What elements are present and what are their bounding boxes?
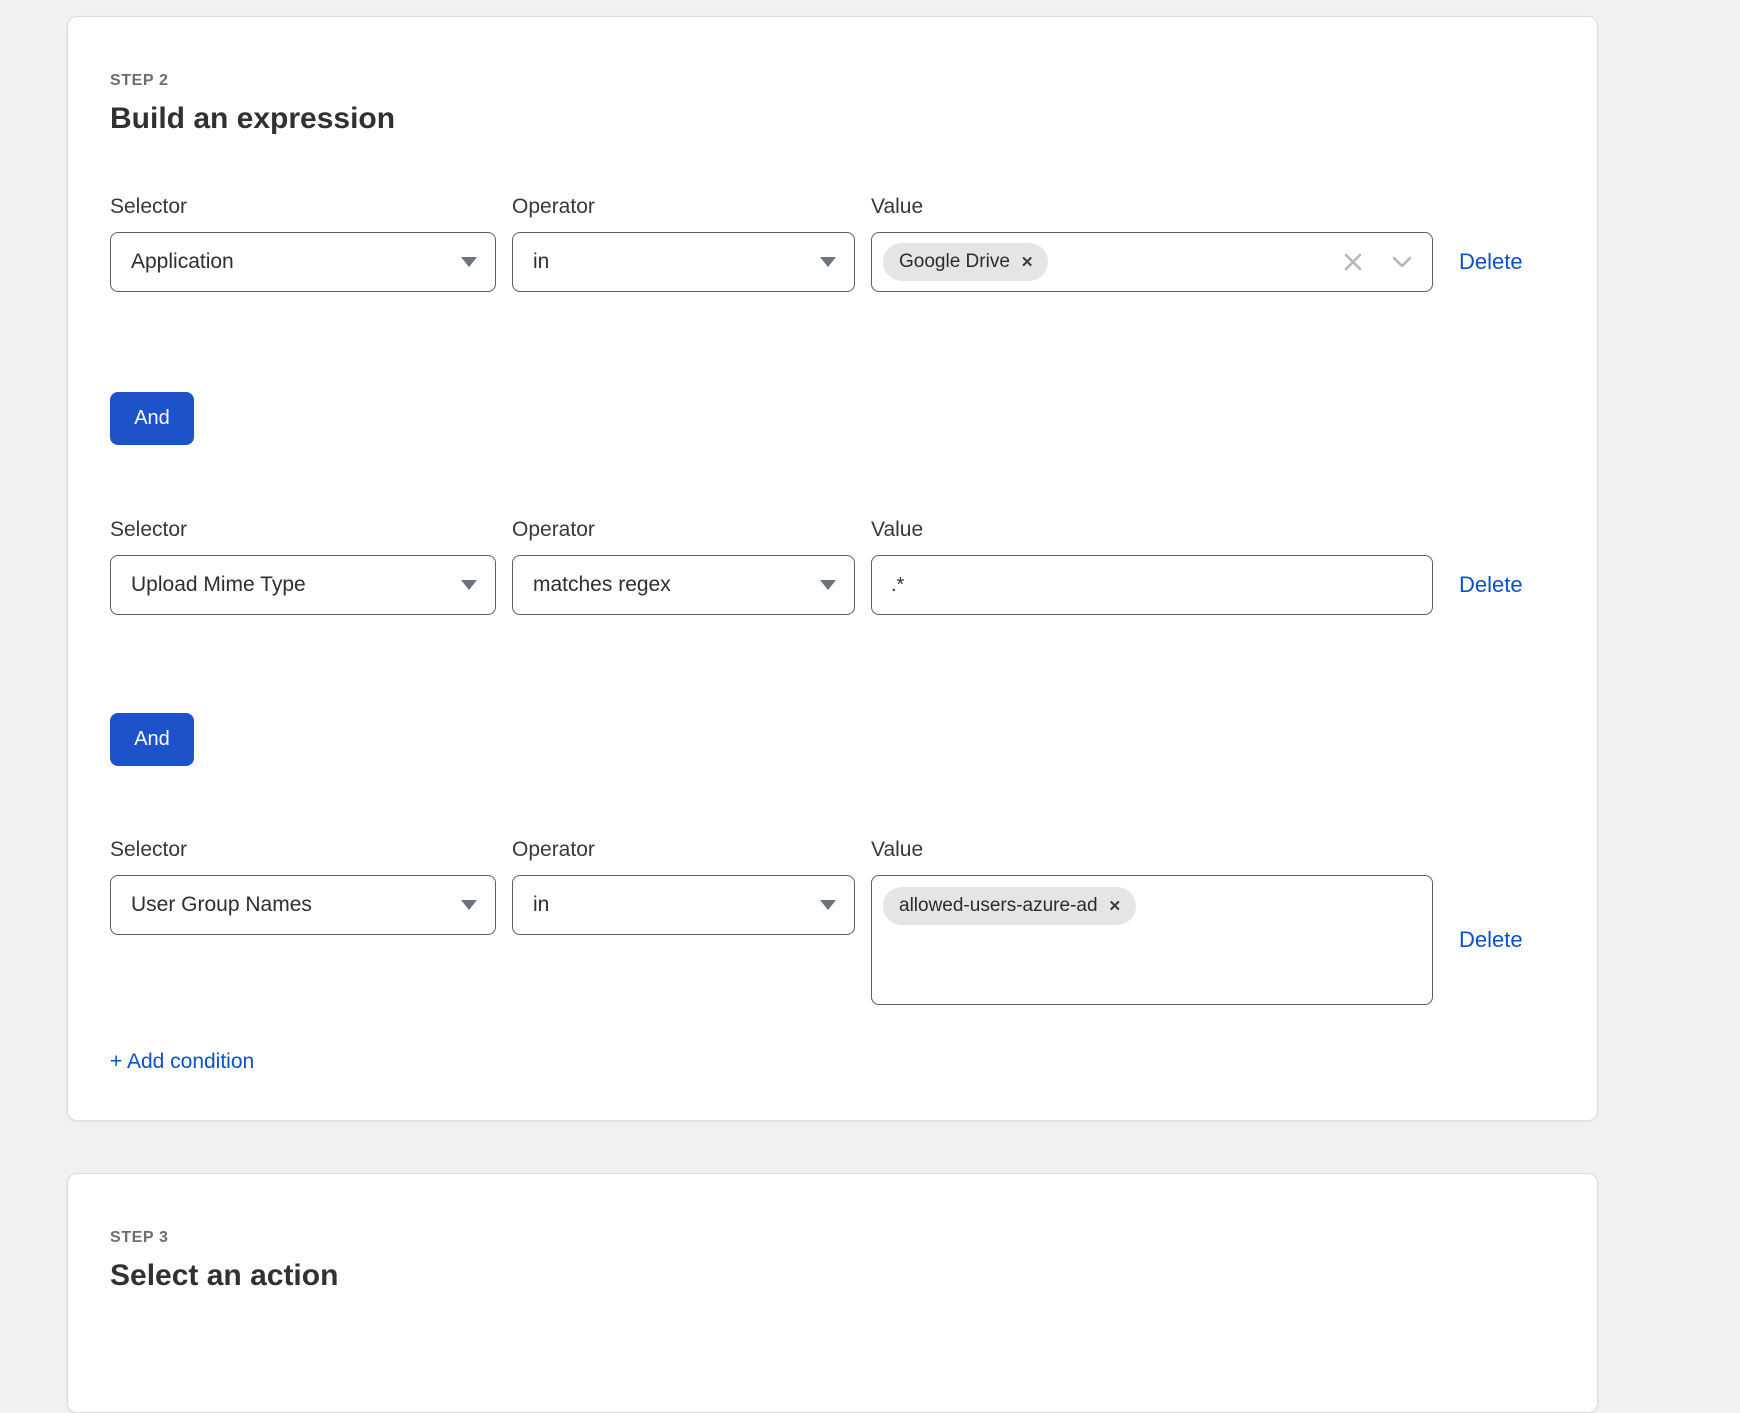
delete-condition-link[interactable]: Delete [1459, 572, 1523, 597]
dropdown-caret-icon [461, 900, 477, 910]
value-field: Value Google Drive ✕ [871, 195, 1433, 292]
operator-value: in [533, 893, 549, 917]
chevron-down-icon[interactable] [1390, 251, 1414, 273]
selector-value: Application [131, 250, 234, 274]
dropdown-caret-icon [820, 900, 836, 910]
operator-dropdown[interactable]: in [512, 232, 855, 292]
value-label: Value [871, 518, 1433, 542]
selector-dropdown[interactable]: Upload Mime Type [110, 555, 496, 615]
dropdown-caret-icon [461, 580, 477, 590]
operator-dropdown[interactable]: in [512, 875, 855, 935]
value-label: Value [871, 838, 1433, 862]
condition-row-3: Selector User Group Names Operator in Va… [110, 838, 1533, 1005]
delete-condition-link[interactable]: Delete [1459, 249, 1523, 274]
value-multiselect[interactable]: allowed-users-azure-ad ✕ [871, 875, 1433, 1005]
selector-field: Selector User Group Names [110, 838, 496, 935]
select-action-title: Select an action [110, 1258, 1533, 1294]
selector-dropdown[interactable]: Application [110, 232, 496, 292]
value-tag: Google Drive ✕ [883, 243, 1048, 281]
clear-icon[interactable] [1342, 251, 1364, 273]
operator-field: Operator in [512, 838, 855, 935]
selector-value: User Group Names [131, 893, 312, 917]
remove-tag-icon[interactable]: ✕ [1109, 899, 1122, 914]
value-tag: allowed-users-azure-ad ✕ [883, 887, 1136, 925]
selector-value: Upload Mime Type [131, 573, 306, 597]
operator-field: Operator matches regex [512, 518, 855, 615]
value-field: Value [871, 518, 1433, 615]
selector-label: Selector [110, 518, 496, 542]
add-condition-link[interactable]: + Add condition [110, 1050, 254, 1074]
and-button[interactable]: And [110, 392, 194, 445]
step-3-label: STEP 3 [110, 1174, 1533, 1248]
build-expression-card: STEP 2 Build an expression Selector Appl… [67, 16, 1598, 1121]
condition-row-1: Selector Application Operator in Value G… [110, 195, 1533, 292]
value-field: Value allowed-users-azure-ad ✕ [871, 838, 1433, 1005]
tag-label: Google Drive [899, 251, 1010, 273]
operator-dropdown[interactable]: matches regex [512, 555, 855, 615]
operator-label: Operator [512, 195, 855, 219]
operator-field: Operator in [512, 195, 855, 292]
operator-value: matches regex [533, 573, 671, 597]
step-2-label: STEP 2 [110, 17, 1533, 91]
operator-value: in [533, 250, 549, 274]
value-label: Value [871, 195, 1433, 219]
remove-tag-icon[interactable]: ✕ [1021, 255, 1034, 270]
dropdown-caret-icon [820, 257, 836, 267]
selector-dropdown[interactable]: User Group Names [110, 875, 496, 935]
select-action-card: STEP 3 Select an action [67, 1173, 1598, 1413]
dropdown-caret-icon [820, 580, 836, 590]
selector-field: Selector Upload Mime Type [110, 518, 496, 615]
build-expression-title: Build an expression [110, 101, 1533, 137]
multiselect-controls [1342, 251, 1414, 273]
value-text-input[interactable] [871, 555, 1433, 615]
operator-label: Operator [512, 838, 855, 862]
dropdown-caret-icon [461, 257, 477, 267]
operator-label: Operator [512, 518, 855, 542]
selector-label: Selector [110, 838, 496, 862]
selector-field: Selector Application [110, 195, 496, 292]
condition-row-2: Selector Upload Mime Type Operator match… [110, 518, 1533, 615]
value-multiselect[interactable]: Google Drive ✕ [871, 232, 1433, 292]
tag-label: allowed-users-azure-ad [899, 895, 1098, 917]
selector-label: Selector [110, 195, 496, 219]
delete-condition-link[interactable]: Delete [1459, 927, 1523, 952]
and-button[interactable]: And [110, 713, 194, 766]
